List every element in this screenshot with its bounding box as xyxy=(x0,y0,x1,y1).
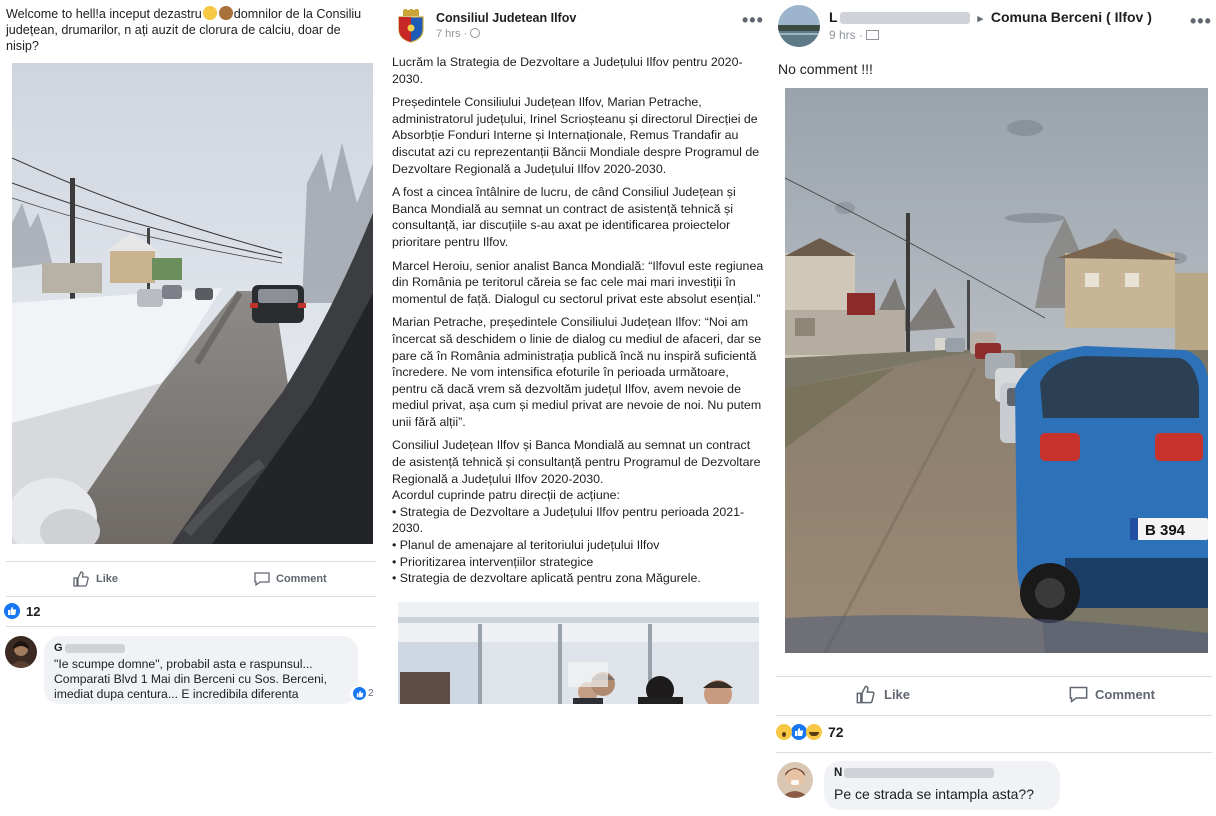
commenter-avatar[interactable] xyxy=(5,636,37,668)
redacted-name xyxy=(64,643,125,653)
thumbs-up-icon xyxy=(856,685,875,704)
caret-right-icon: ▸ xyxy=(977,13,983,25)
haha-reaction-icon xyxy=(806,724,822,740)
divider xyxy=(776,676,1212,677)
like-button[interactable]: Like xyxy=(855,684,910,705)
comment-bubble: G "Ie scumpe domne", probabil asta e ras… xyxy=(44,636,358,704)
post-photo-snowy-road[interactable] xyxy=(12,63,373,544)
post-photo-dirt-road-traffic[interactable]: B 394 xyxy=(785,88,1208,653)
comment-like-count[interactable]: 2 xyxy=(350,686,377,701)
comment-text: Pe ce strada se intampla asta?? xyxy=(834,786,1035,802)
reaction-summary[interactable]: 12 xyxy=(4,603,40,619)
list-item: • Planul de amenajare al teritoriului ju… xyxy=(392,538,660,553)
list-intro: Acordul cuprinde patru direcții de acțiu… xyxy=(392,488,620,503)
list-item: • Strategia de Dezvoltare a Județului Il… xyxy=(392,504,745,536)
post-time: 9 hrs · xyxy=(829,28,880,42)
post-text: Welcome to hell!a inceput dezastru domnil… xyxy=(6,6,362,53)
post-county-council: Consiliul Judetean Ilfov 7 hrs · ••• Luc… xyxy=(386,0,770,704)
post-photo-meeting[interactable] xyxy=(398,602,759,704)
comment-author[interactable]: G xyxy=(54,642,125,654)
redacted-name xyxy=(839,12,970,25)
author-avatar[interactable] xyxy=(778,5,820,47)
more-options-icon[interactable]: ••• xyxy=(742,10,764,31)
thumbs-up-icon xyxy=(73,571,89,587)
post-header: Consiliul Judetean Ilfov 7 hrs · ••• xyxy=(386,0,770,50)
post-text: No comment !!! xyxy=(778,61,873,77)
paragraph: Lucrăm la Strategia de Dezvoltare a Jude… xyxy=(392,55,743,86)
post-actions: Like Comment xyxy=(0,564,381,594)
comment-button[interactable]: Comment xyxy=(1068,684,1155,705)
paragraph: Marian Petrache, președintele Consiliulu… xyxy=(392,315,762,429)
redacted-name xyxy=(844,767,995,778)
group-audience-icon xyxy=(866,30,880,40)
comment-icon xyxy=(254,572,270,587)
list-item: • Strategia de dezvoltare aplicată pentr… xyxy=(392,571,701,586)
comment-text: "Ie scumpe domne", probabil asta e raspu… xyxy=(54,657,327,701)
like-reaction-icon xyxy=(4,603,20,619)
wow-reaction-icon xyxy=(776,724,792,740)
group-name[interactable]: Comuna Berceni ( Ilfov ) xyxy=(991,9,1152,25)
see-no-evil-monkey-icon xyxy=(218,6,233,20)
paragraph: A fost a cincea întâlnire de lucru, de c… xyxy=(392,185,736,249)
page-name[interactable]: Consiliul Judetean Ilfov xyxy=(436,11,576,25)
post-header-line: L ▸ Comuna Berceni ( Ilfov ) xyxy=(829,9,1152,25)
svg-text:B 394: B 394 xyxy=(1145,522,1186,539)
county-coat-of-arms-logo[interactable] xyxy=(396,9,426,43)
divider xyxy=(776,752,1212,753)
divider xyxy=(6,561,376,562)
comment-bubble: N Pe ce strada se intampla asta?? xyxy=(824,761,1060,810)
reaction-summary[interactable]: 72 xyxy=(776,723,844,741)
post-time: 7 hrs · xyxy=(436,28,481,40)
post-berceni-street: L ▸ Comuna Berceni ( Ilfov ) 9 hrs · •••… xyxy=(772,0,1216,816)
commenter-avatar[interactable] xyxy=(777,762,813,798)
divider xyxy=(6,626,376,627)
comment-button[interactable]: Comment xyxy=(253,570,327,588)
more-options-icon[interactable]: ••• xyxy=(1190,11,1212,32)
paragraph: Consiliul Județean Ilfov și Banca Mondia… xyxy=(392,438,761,486)
list-item: • Prioritizarea intervențiilor strategic… xyxy=(392,554,594,569)
post-winter-road: Welcome to hell!a inceput dezastru domnil… xyxy=(0,0,381,706)
globe-icon xyxy=(470,28,481,38)
divider xyxy=(6,596,376,597)
comment-icon xyxy=(1069,686,1088,704)
comment-author[interactable]: N xyxy=(834,767,995,779)
frowning-face-icon xyxy=(202,6,217,20)
author-name[interactable]: L xyxy=(829,9,970,25)
like-reaction-icon xyxy=(353,687,366,700)
paragraph: Președintele Consiliului Județean Ilfov,… xyxy=(392,95,760,176)
like-button[interactable]: Like xyxy=(72,570,118,588)
post-text: Lucrăm la Strategia de Dezvoltare a Jude… xyxy=(392,54,764,587)
paragraph: Marcel Heroiu, senior analist Banca Mond… xyxy=(392,258,764,306)
divider xyxy=(776,715,1212,716)
